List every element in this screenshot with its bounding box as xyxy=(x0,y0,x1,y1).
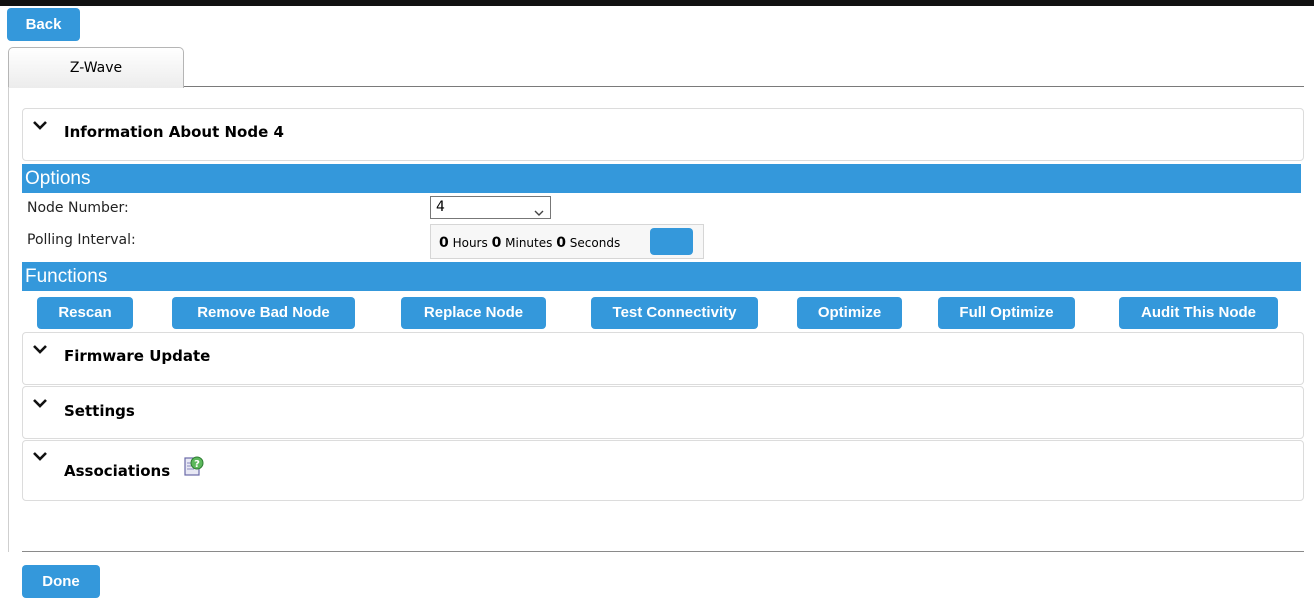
tab-z-wave[interactable]: Z-Wave xyxy=(8,47,184,88)
optimize-button[interactable]: Optimize xyxy=(797,297,902,329)
node-number-select[interactable]: 4 xyxy=(430,196,551,219)
polling-interval-control[interactable]: 0 Hours 0 Minutes 0 Seconds xyxy=(430,224,704,259)
associations-title: Associations xyxy=(64,462,171,480)
polling-hours-value: 0 xyxy=(439,235,449,251)
polling-interval-set-button[interactable] xyxy=(650,228,693,255)
chevron-down-icon[interactable] xyxy=(33,451,47,461)
polling-seconds-value: 0 xyxy=(556,235,566,251)
polling-interval-label: Polling Interval: xyxy=(27,232,136,248)
functions-header: Functions xyxy=(22,262,1301,291)
settings-panel[interactable]: Settings xyxy=(22,386,1304,439)
svg-text:?: ? xyxy=(194,459,200,470)
associations-panel[interactable]: Associations ? xyxy=(22,440,1304,501)
audit-this-node-button[interactable]: Audit This Node xyxy=(1119,297,1278,329)
chevron-down-icon[interactable] xyxy=(33,344,47,354)
done-button[interactable]: Done xyxy=(22,565,100,598)
node-number-value: 4 xyxy=(436,199,445,215)
remove-bad-node-button[interactable]: Remove Bad Node xyxy=(172,297,355,329)
footer-divider xyxy=(22,551,1304,552)
tab-divider xyxy=(184,86,1304,87)
info-panel[interactable]: Information About Node 4 xyxy=(22,108,1304,161)
full-optimize-button[interactable]: Full Optimize xyxy=(938,297,1075,329)
chevron-down-icon xyxy=(534,203,544,224)
options-header: Options xyxy=(22,164,1301,193)
firmware-update-title: Firmware Update xyxy=(64,347,211,365)
polling-hours-label: Hours xyxy=(452,236,488,250)
polling-minutes-label: Minutes xyxy=(505,236,553,250)
chevron-down-icon[interactable] xyxy=(33,398,47,408)
replace-node-button[interactable]: Replace Node xyxy=(401,297,546,329)
frame-border xyxy=(8,87,9,552)
polling-minutes-value: 0 xyxy=(491,235,502,251)
info-panel-title: Information About Node 4 xyxy=(64,123,284,141)
settings-title: Settings xyxy=(64,402,135,420)
rescan-button[interactable]: Rescan xyxy=(37,297,133,329)
polling-interval-text: 0 Hours 0 Minutes 0 Seconds xyxy=(439,235,620,251)
node-number-label: Node Number: xyxy=(27,200,129,216)
back-button[interactable]: Back xyxy=(7,8,80,41)
firmware-update-panel[interactable]: Firmware Update xyxy=(22,332,1304,385)
window-top-bar xyxy=(0,0,1314,6)
help-document-icon[interactable]: ? xyxy=(183,455,205,481)
test-connectivity-button[interactable]: Test Connectivity xyxy=(591,297,758,329)
polling-seconds-label: Seconds xyxy=(569,236,621,250)
chevron-down-icon[interactable] xyxy=(33,120,47,130)
